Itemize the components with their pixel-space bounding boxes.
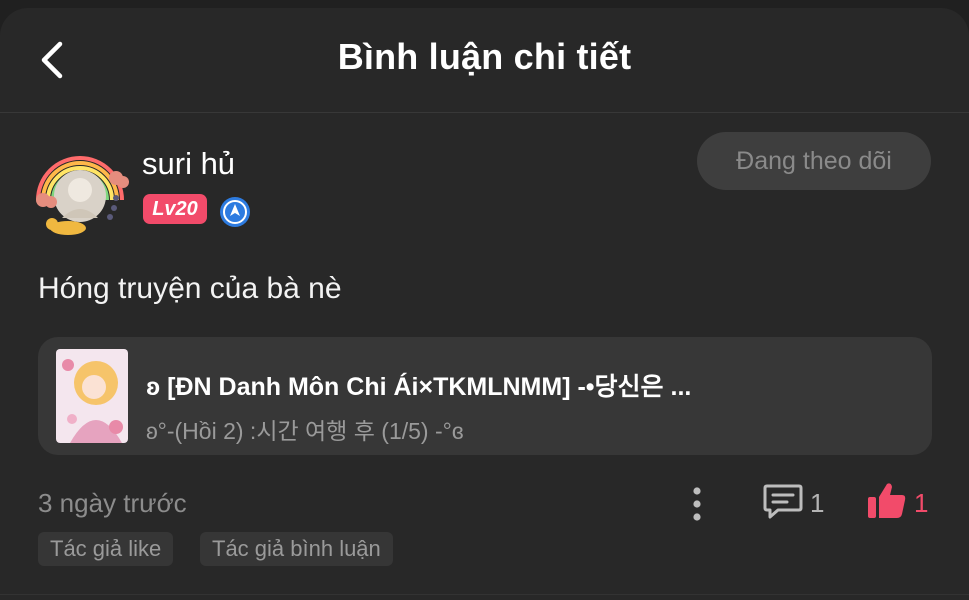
story-chapter: ʚ°-(Hồi 2) :시간 여행 후 (1/5) -°ɞ [146, 418, 464, 444]
username[interactable]: suri hủ [142, 146, 235, 182]
level-badge: Lv20 [143, 194, 207, 224]
comment-detail-sheet: Bình luận chi tiết suri hủ Lv20 Đang the… [0, 8, 969, 600]
story-card[interactable]: ʚ [ĐN Danh Môn Chi Ái×TKMLNMM] -•당신은 ...… [38, 337, 932, 455]
verified-badge-icon [220, 197, 250, 227]
tag-author-replied: Tác giả bình luận [200, 532, 393, 566]
story-cover-image [56, 349, 128, 443]
divider [0, 594, 969, 595]
header-bar: Bình luận chi tiết [0, 8, 969, 113]
comment-icon[interactable] [762, 482, 804, 522]
more-vertical-icon[interactable] [684, 484, 710, 524]
comment-timestamp: 3 ngày trước [38, 488, 187, 518]
story-title: ʚ [ĐN Danh Môn Chi Ái×TKMLNMM] -•당신은 ... [146, 373, 692, 401]
tag-author-liked: Tác giả like [38, 532, 174, 566]
comment-count: 1 [810, 488, 825, 518]
comment-text: Hóng truyện của bà nè [38, 272, 342, 305]
following-button[interactable]: Đang theo dõi [697, 132, 931, 190]
avatar[interactable] [30, 138, 130, 238]
page-title: Bình luận chi tiết [337, 36, 632, 77]
like-count: 1 [914, 488, 929, 518]
thumbs-up-icon[interactable] [866, 480, 908, 522]
